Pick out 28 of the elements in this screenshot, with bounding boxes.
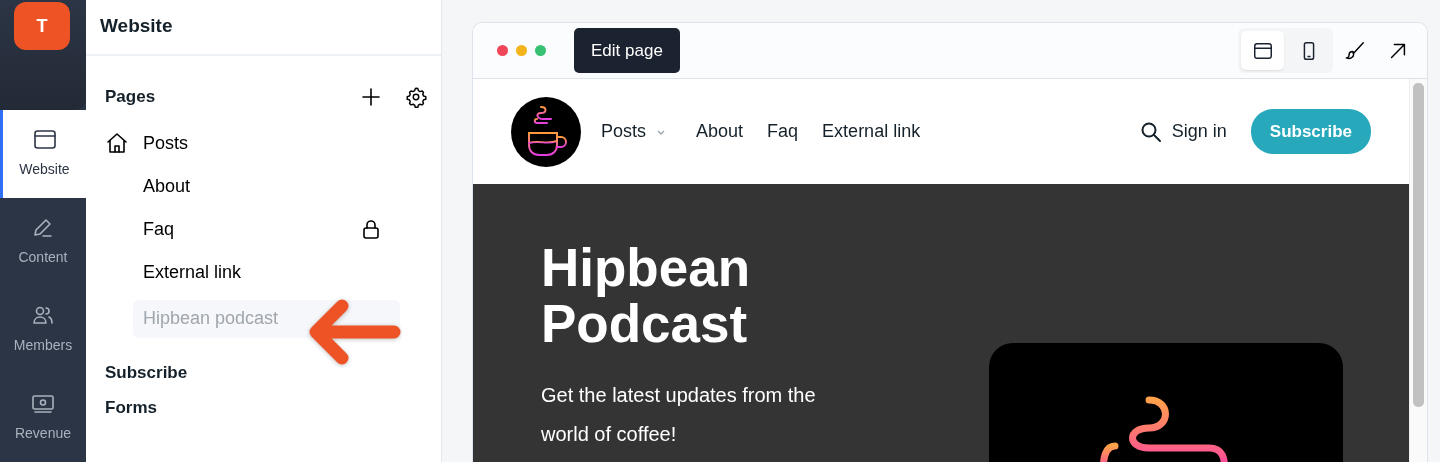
page-item[interactable]: About	[105, 164, 402, 208]
nav-item[interactable]: Website	[0, 109, 86, 198]
nav-item[interactable]: Revenue	[0, 373, 86, 462]
sign-in-link[interactable]: Sign in	[1171, 118, 1227, 145]
page-item[interactable]: Posts	[105, 121, 402, 165]
hero-title: Hipbean Podcast	[541, 240, 752, 352]
settings-icon[interactable]	[405, 85, 427, 108]
panel-title: Website	[86, 0, 441, 56]
search-icon[interactable]	[1139, 120, 1162, 143]
nav-item[interactable]: Members	[0, 285, 86, 374]
window-control[interactable]	[497, 45, 508, 56]
nav-item[interactable]: Content	[0, 197, 86, 286]
page-item[interactable]: External link	[105, 250, 402, 294]
section-link[interactable]: Subscribe	[86, 359, 441, 385]
workspace-logo[interactable]: T	[14, 2, 70, 50]
hero-subtitle: Get the latest updates from the world of coffee!	[541, 383, 817, 447]
view-toggle[interactable]	[1241, 31, 1284, 70]
edit-page-button[interactable]: Edit page	[574, 27, 680, 74]
site-nav-link[interactable]: About	[696, 118, 744, 145]
section-heading: Pages	[105, 86, 157, 108]
site-nav-link[interactable]: External link	[822, 118, 921, 145]
site-nav-link[interactable]: Faq	[767, 118, 799, 145]
page-item[interactable]: Faq	[105, 207, 402, 251]
add-icon[interactable]	[361, 86, 381, 107]
coffee-cup-logo[interactable]	[511, 96, 581, 167]
site-nav-link[interactable]: Posts	[601, 118, 673, 145]
section-link[interactable]: Forms	[86, 395, 441, 421]
scrollbar-thumb[interactable]	[1413, 83, 1424, 407]
